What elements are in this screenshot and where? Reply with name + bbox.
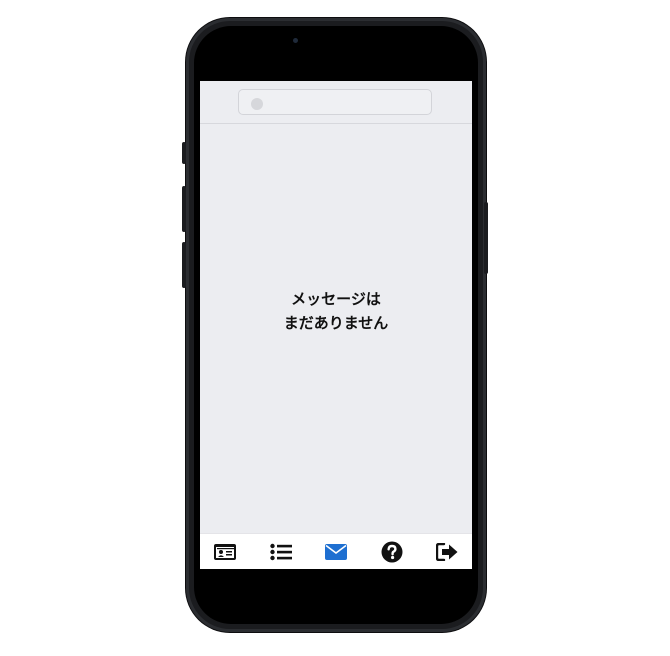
- empty-message: メッセージは まだありません: [200, 287, 472, 335]
- question-circle-icon: [381, 541, 402, 562]
- bottom-navigation: [200, 533, 472, 569]
- id-card-icon: [214, 543, 236, 560]
- front-camera: [293, 38, 298, 43]
- nav-list-button[interactable]: [269, 541, 292, 563]
- phone-volume-down-button: [182, 242, 186, 288]
- app-screen: メッセージは まだありません: [200, 81, 472, 569]
- empty-message-line2: まだありません: [283, 314, 389, 332]
- nav-logout-button[interactable]: [436, 541, 458, 563]
- nav-help-button[interactable]: [381, 541, 403, 563]
- phone-notch: [254, 26, 390, 52]
- empty-message-line1: メッセージは: [291, 290, 381, 308]
- search-header: [200, 81, 472, 124]
- nav-messages-button[interactable]: [325, 541, 347, 563]
- search-icon: [251, 98, 263, 110]
- nav-profile-button[interactable]: [214, 541, 236, 563]
- phone-power-button: [484, 202, 488, 274]
- phone-volume-up-button: [182, 186, 186, 232]
- phone-side-button: [182, 142, 186, 164]
- envelope-icon: [325, 543, 347, 560]
- list-icon: [269, 543, 292, 560]
- search-input[interactable]: [238, 89, 432, 115]
- sign-out-icon: [436, 542, 458, 561]
